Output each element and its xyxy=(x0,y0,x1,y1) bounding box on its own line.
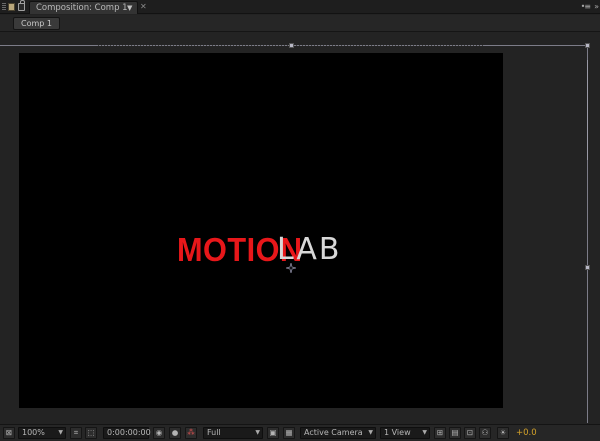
composition-navigator-bar: Comp 1 xyxy=(0,15,600,32)
chevron-down-icon: ▼ xyxy=(255,429,260,436)
snapshot-button[interactable]: ◉ xyxy=(153,427,165,439)
channel-button[interactable]: ⁂ xyxy=(185,427,197,439)
lock-icon[interactable] xyxy=(18,0,25,11)
viewer-controls-bar: ⊠ 100% ▼ ⌗ ⬚ 0:00:00:00 ◉ ● ⁂ Full ▼ ▣ ▦… xyxy=(0,424,600,441)
motionlab-logo[interactable]: MOTION LAB xyxy=(177,233,340,266)
chevron-right-icon[interactable]: » xyxy=(594,0,599,13)
fast-preview-icon: ▣ xyxy=(269,428,277,437)
view-layout-dropdown[interactable]: 1 View ▼ xyxy=(380,427,430,439)
transparency-grid-button[interactable]: ▦ xyxy=(283,427,295,439)
grid-overlay-icon: ⊞ xyxy=(436,428,444,437)
show-snapshot-button[interactable]: ● xyxy=(169,427,181,439)
anchor-point-icon[interactable] xyxy=(286,263,296,273)
chevron-down-icon: ▼ xyxy=(58,429,63,436)
fast-previews-button[interactable]: ▣ xyxy=(267,427,279,439)
comp-1-button[interactable]: Comp 1 xyxy=(13,17,60,30)
camera-dropdown[interactable]: Active Camera ▼ xyxy=(300,427,376,439)
tab-label: Composition: Comp 1 xyxy=(36,3,128,13)
top-right-handle[interactable] xyxy=(585,43,590,48)
tab-dropdown-icon[interactable]: ▼ xyxy=(127,2,132,14)
sun-icon: ☀ xyxy=(499,428,507,437)
resolution-grid-button[interactable]: ⌗ xyxy=(70,427,82,439)
resolution-dropdown[interactable]: Full ▼ xyxy=(203,427,263,439)
region-of-interest-button[interactable]: ⬚ xyxy=(85,427,97,439)
always-preview-button[interactable]: ⊠ xyxy=(3,427,15,439)
tab-composition-comp1[interactable]: Composition: Comp 1 ▼ xyxy=(29,1,138,14)
flowchart-icon: ⚇ xyxy=(481,428,489,437)
close-icon[interactable]: ✕ xyxy=(140,1,147,13)
exposure-value[interactable]: +0.0 xyxy=(516,427,537,439)
person-icon: ● xyxy=(171,428,179,437)
resolution-value: Full xyxy=(207,428,221,437)
reset-exposure-button[interactable]: ☀ xyxy=(497,427,509,439)
top-center-handle[interactable] xyxy=(289,43,294,48)
panel-tab-bar: Composition: Comp 1 ▼ ✕ •≡ » xyxy=(0,0,600,14)
region-of-interest-icon: ⬚ xyxy=(87,428,95,437)
timeline-icon: ⊡ xyxy=(466,428,474,437)
panel-menu-icon[interactable]: •≡ xyxy=(581,0,591,13)
chevron-down-icon: ▼ xyxy=(368,429,373,436)
timecode-field[interactable]: 0:00:00:00 xyxy=(103,427,151,439)
panel-grip-icon[interactable] xyxy=(2,3,6,11)
view-layout-value: 1 View xyxy=(384,428,411,437)
fast-draft-button[interactable]: ▤ xyxy=(449,427,461,439)
checkerboard-icon: ▦ xyxy=(285,428,293,437)
draft-icon: ▤ xyxy=(451,428,459,437)
chevron-down-icon: ▼ xyxy=(422,429,427,436)
magnification-value: 100% xyxy=(22,428,45,437)
flowchart-button[interactable]: ⚇ xyxy=(479,427,491,439)
logo-text-lab: LAB xyxy=(277,232,342,267)
composition-icon xyxy=(8,3,15,11)
pixel-aspect-button[interactable]: ⊞ xyxy=(434,427,446,439)
color-channels-icon: ⁂ xyxy=(187,428,195,437)
camera-value: Active Camera xyxy=(304,428,363,437)
right-center-handle[interactable] xyxy=(585,265,590,270)
magnification-dropdown[interactable]: 100% ▼ xyxy=(18,427,66,439)
vertical-scrollbar[interactable] xyxy=(587,60,588,160)
timecode-value: 0:00:00:00 xyxy=(107,428,151,437)
timeline-button[interactable]: ⊡ xyxy=(464,427,476,439)
grid-icon: ⌗ xyxy=(73,428,79,437)
divider xyxy=(0,31,600,32)
camera-icon: ◉ xyxy=(155,428,163,437)
always-preview-icon: ⊠ xyxy=(5,428,13,437)
